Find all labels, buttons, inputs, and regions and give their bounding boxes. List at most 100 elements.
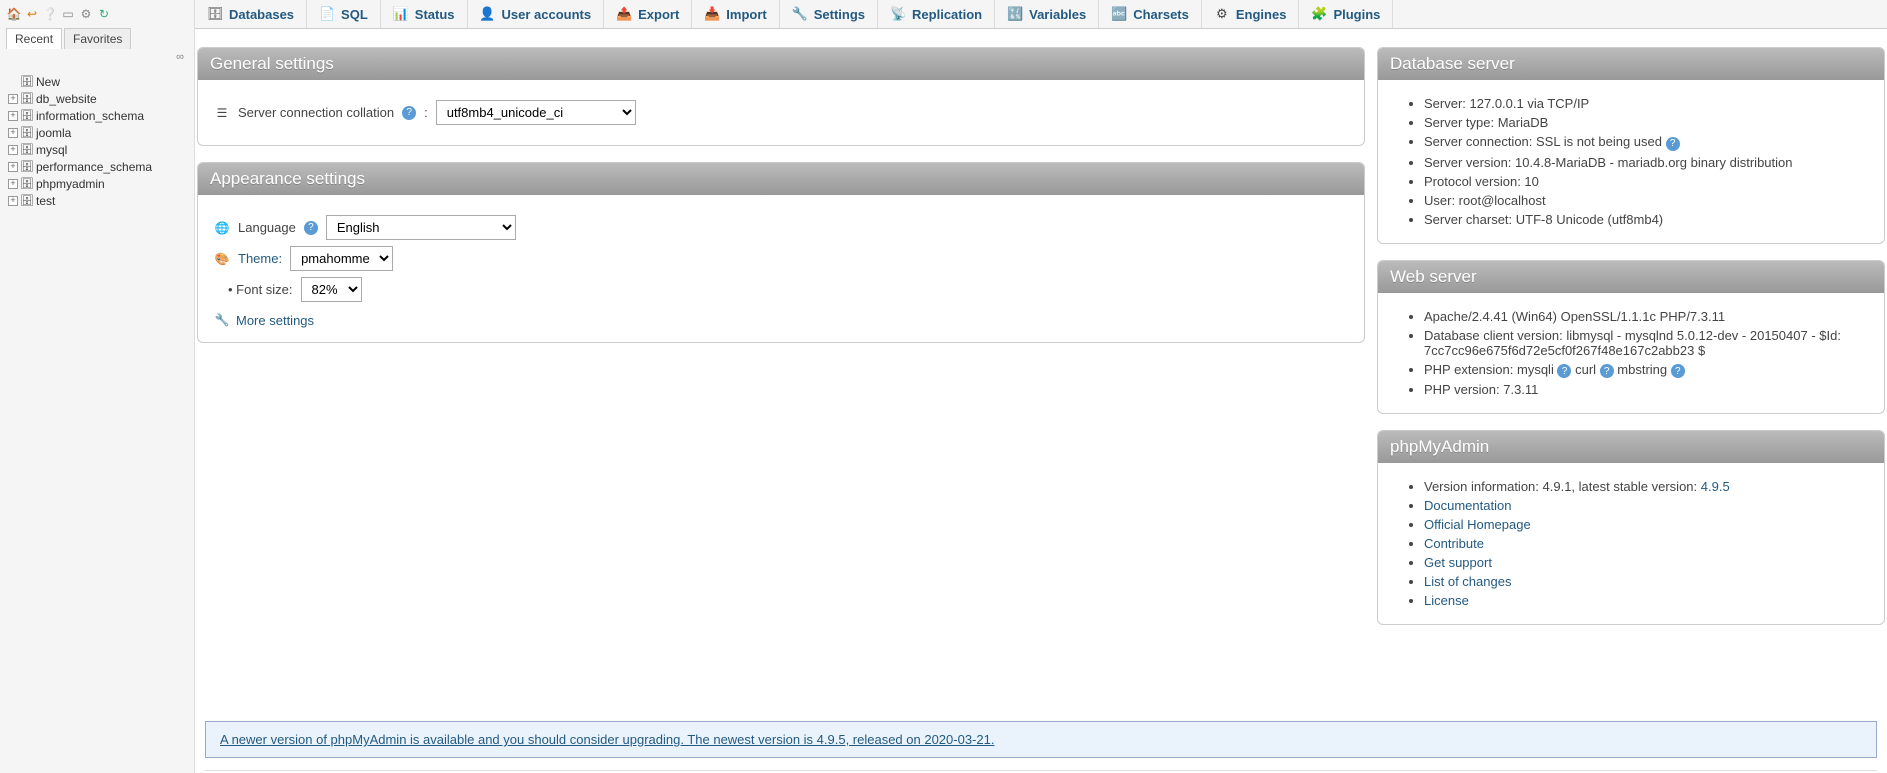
tree-db-label: phpmyadmin	[36, 177, 105, 191]
pma-link[interactable]: License	[1424, 593, 1469, 608]
tree-new[interactable]: 🗄 New	[4, 73, 190, 90]
plugins-icon: 🧩	[1311, 6, 1327, 22]
menu-status[interactable]: 📊Status	[381, 0, 468, 28]
pma-version: Version information: 4.9.1, latest stabl…	[1424, 477, 1868, 496]
menu-users[interactable]: 👤 User accounts	[468, 0, 605, 28]
sidebar-top-icons: 🏠 ↩ ❔ ▭ ⚙ ↻	[0, 4, 194, 24]
database-icon: 🗄	[20, 177, 34, 191]
menu-replication-label: Replication	[912, 7, 982, 22]
database-icon: 🗄	[20, 160, 34, 174]
tree-db[interactable]: +🗄information_schema	[4, 107, 190, 124]
replication-icon: 📡	[890, 6, 906, 22]
logout-icon[interactable]: ↩	[24, 6, 40, 22]
appearance-settings-panel: Appearance settings 🌐 Language ? English…	[197, 162, 1365, 343]
menu-import-label: Import	[726, 7, 766, 22]
dbserver-item: Server charset: UTF-8 Unicode (utf8mb4)	[1424, 210, 1868, 229]
more-settings-link[interactable]: More settings	[236, 313, 314, 328]
tree-db-label: test	[36, 194, 55, 208]
pma-link[interactable]: Contribute	[1424, 536, 1484, 551]
theme-icon: 🎨	[214, 251, 230, 267]
tree-db-label: mysql	[36, 143, 67, 157]
export-icon: 📤	[616, 6, 632, 22]
wrench-icon: 🔧	[214, 312, 230, 328]
sql-icon: 📄	[319, 6, 335, 22]
help-icon[interactable]: ?	[1671, 364, 1685, 378]
theme-select[interactable]: pmahomme	[290, 246, 393, 271]
menu-engines[interactable]: ⚙ Engines	[1202, 0, 1300, 28]
collation-icon: ☰	[214, 105, 230, 121]
navigation-panel: 🏠 ↩ ❔ ▭ ⚙ ↻ Recent Favorites ∞ 🗄 New +🗄d…	[0, 0, 195, 773]
pma-link[interactable]: List of changes	[1424, 574, 1511, 589]
help-icon[interactable]: ?	[1600, 364, 1614, 378]
tree-db[interactable]: +🗄joomla	[4, 124, 190, 141]
pma-link[interactable]: Documentation	[1424, 498, 1511, 513]
web-server-title: Web server	[1378, 261, 1884, 293]
help-icon[interactable]: ?	[304, 221, 318, 235]
home-icon[interactable]: 🏠	[6, 6, 22, 22]
tab-favorites[interactable]: Favorites	[64, 28, 131, 49]
language-select[interactable]: English	[326, 215, 516, 240]
pma-version-link[interactable]: 4.9.5	[1701, 479, 1730, 494]
pma-link[interactable]: Official Homepage	[1424, 517, 1531, 532]
appearance-settings-title: Appearance settings	[198, 163, 1364, 195]
dbserver-item: Server type: MariaDB	[1424, 113, 1868, 132]
update-notice: A newer version of phpMyAdmin is availab…	[205, 721, 1877, 758]
menu-settings[interactable]: 🔧Settings	[780, 0, 878, 28]
expand-icon[interactable]: +	[8, 128, 18, 138]
phpmyadmin-title: phpMyAdmin	[1378, 431, 1884, 463]
tree-db[interactable]: +🗄phpmyadmin	[4, 175, 190, 192]
expand-icon[interactable]: +	[8, 196, 18, 206]
pma-link[interactable]: Get support	[1424, 555, 1492, 570]
tree-db[interactable]: +🗄test	[4, 192, 190, 209]
reload-icon[interactable]: ↻	[96, 6, 112, 22]
help-icon[interactable]: ?	[1557, 364, 1571, 378]
users-icon: 👤	[480, 6, 496, 22]
tree-db[interactable]: +🗄mysql	[4, 141, 190, 158]
expand-icon[interactable]: +	[8, 162, 18, 172]
sql-icon[interactable]: ▭	[60, 6, 76, 22]
docs-icon[interactable]: ❔	[42, 6, 58, 22]
database-icon: 🗄	[20, 143, 34, 157]
nav-tabs: Recent Favorites	[6, 28, 188, 49]
menu-charsets[interactable]: 🔤 Charsets	[1099, 0, 1202, 28]
collation-select[interactable]: utf8mb4_unicode_ci	[436, 100, 636, 125]
expand-icon[interactable]: +	[8, 145, 18, 155]
menu-export[interactable]: 📤 Export	[604, 0, 692, 28]
help-icon[interactable]: ?	[402, 106, 416, 120]
menu-variables[interactable]: 🔣Variables	[995, 0, 1099, 28]
menu-charsets-label: Charsets	[1133, 7, 1189, 22]
settings-gear-icon[interactable]: ⚙	[78, 6, 94, 22]
tab-recent[interactable]: Recent	[6, 28, 62, 49]
tree-db[interactable]: +🗄performance_schema	[4, 158, 190, 175]
language-icon: 🌐	[214, 220, 230, 236]
engines-icon: ⚙	[1214, 6, 1230, 22]
webserver-dbclient: Database client version: libmysql - mysq…	[1424, 326, 1868, 360]
tree-new-label: New	[36, 75, 60, 89]
menu-export-label: Export	[638, 7, 679, 22]
expand-icon[interactable]: +	[8, 94, 18, 104]
expand-icon[interactable]: +	[8, 111, 18, 121]
wrench-icon: 🔧	[792, 6, 808, 22]
menu-plugins-label: Plugins	[1333, 7, 1380, 22]
menu-engines-label: Engines	[1236, 7, 1287, 22]
menu-plugins[interactable]: 🧩 Plugins	[1299, 0, 1393, 28]
menu-import[interactable]: 📥Import	[692, 0, 779, 28]
db-tree: 🗄 New +🗄db_website +🗄information_schema …	[0, 67, 194, 215]
collapse-link-icon[interactable]: ∞	[0, 49, 194, 67]
update-notice-link[interactable]: A newer version of phpMyAdmin is availab…	[220, 732, 994, 747]
charsets-icon: 🔤	[1111, 6, 1127, 22]
database-server-panel: Database server Server: 127.0.0.1 via TC…	[1377, 47, 1885, 244]
expand-icon[interactable]: +	[8, 179, 18, 189]
help-icon[interactable]: ?	[1666, 137, 1680, 151]
menu-replication[interactable]: 📡 Replication	[878, 0, 995, 28]
fontsize-select[interactable]: 82%	[301, 277, 362, 302]
main-area: 🗄Databases 📄SQL 📊Status 👤 User accounts 📤…	[195, 0, 1887, 773]
dbserver-item: Server connection: SSL is not being used…	[1424, 132, 1868, 153]
menu-databases[interactable]: 🗄Databases	[195, 0, 307, 28]
webserver-phpext: PHP extension: mysqli ? curl ? mbstring …	[1424, 360, 1868, 381]
menu-sql[interactable]: 📄SQL	[307, 0, 381, 28]
menu-users-label: User accounts	[502, 7, 592, 22]
menu-databases-label: Databases	[229, 7, 294, 22]
tree-db[interactable]: +🗄db_website	[4, 90, 190, 107]
database-icon: 🗄	[20, 194, 34, 208]
